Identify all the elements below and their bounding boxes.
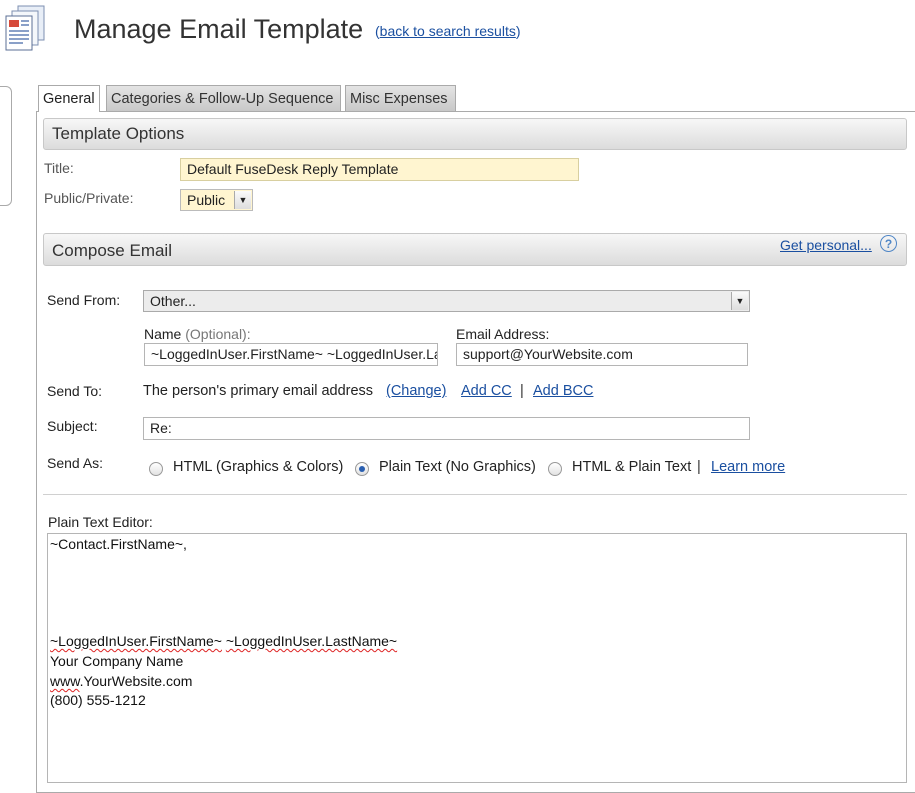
title-label: Title: (44, 160, 74, 176)
subject-input[interactable]: Re: (143, 417, 750, 440)
editor-line-phone: (800) 555-1212 (50, 692, 146, 708)
editor-line-company: Your Company Name (50, 653, 184, 669)
radio-plain-text[interactable] (355, 462, 369, 476)
editor-line-website: www.YourWebsite.com (50, 673, 192, 689)
compose-email-header: Compose Email (43, 233, 907, 266)
back-to-search-link[interactable]: back to search results (380, 23, 516, 39)
template-options-header: Template Options (43, 118, 907, 150)
send-from-value: Other... (150, 293, 196, 309)
editor-token-domain: .YourWebsite.com (79, 673, 193, 689)
name-label: Name (144, 326, 182, 342)
name-label-wrap: Name (Optional): (144, 326, 251, 342)
radio-html-and-plain[interactable] (548, 462, 562, 476)
tab-misc-expenses[interactable]: Misc Expenses (345, 85, 456, 111)
left-panel-edge (0, 86, 12, 206)
email-address-label: Email Address: (456, 326, 550, 342)
send-to-text: The person's primary email address (143, 383, 374, 399)
from-email-input[interactable]: support@YourWebsite.com (456, 343, 748, 366)
get-personal-link[interactable]: Get personal... (780, 237, 872, 253)
send-as-separator: | (697, 459, 701, 475)
public-private-select[interactable]: Public ▼ (180, 189, 253, 211)
subject-label: Subject: (47, 418, 98, 434)
editor-token-firstname: ~LoggedInUser.FirstName~ (50, 633, 222, 649)
send-from-select[interactable]: Other... ▼ (143, 290, 750, 312)
title-input[interactable]: Default FuseDesk Reply Template (180, 158, 579, 181)
radio-html-label: HTML (Graphics & Colors) (173, 459, 344, 475)
section-divider (43, 494, 907, 495)
learn-more-link[interactable]: Learn more (711, 459, 785, 475)
help-icon[interactable]: ? (880, 235, 897, 252)
tab-general[interactable]: General (38, 85, 100, 112)
email-template-icon (2, 2, 50, 58)
from-name-input[interactable]: ~LoggedInUser.FirstName~ ~LoggedInUser.L… (144, 343, 438, 366)
send-from-label: Send From: (47, 292, 121, 308)
public-private-label: Public/Private: (44, 190, 134, 206)
editor-token-www: www (50, 673, 80, 689)
radio-html[interactable] (149, 462, 163, 476)
add-cc-link[interactable]: Add CC (461, 383, 512, 399)
editor-token-lastname: ~LoggedInUser.LastName~ (225, 633, 398, 649)
change-recipient-link[interactable]: (Change) (386, 383, 446, 399)
editor-line-signature-name: ~LoggedInUser.FirstName~ ~LoggedInUser.L… (50, 633, 397, 649)
public-private-value: Public (187, 192, 226, 208)
back-link-wrapper: (back to search results) (375, 23, 521, 39)
send-as-label: Send As: (47, 455, 104, 471)
cc-bcc-separator: | (520, 383, 524, 399)
send-to-label: Send To: (47, 383, 103, 399)
add-bcc-link[interactable]: Add BCC (533, 383, 593, 399)
tab-categories[interactable]: Categories & Follow-Up Sequence (106, 85, 341, 111)
plain-text-editor-label: Plain Text Editor: (48, 514, 153, 530)
chevron-down-icon: ▼ (234, 191, 251, 209)
back-paren-close: ) (515, 23, 521, 39)
page-title: Manage Email Template (74, 14, 364, 44)
radio-plain-text-label: Plain Text (No Graphics) (379, 459, 536, 475)
radio-html-and-plain-label: HTML & Plain Text (572, 459, 692, 475)
name-optional: (Optional): (185, 326, 251, 342)
chevron-down-icon: ▼ (731, 292, 748, 310)
editor-line-greeting: ~Contact.FirstName~, (50, 536, 187, 552)
